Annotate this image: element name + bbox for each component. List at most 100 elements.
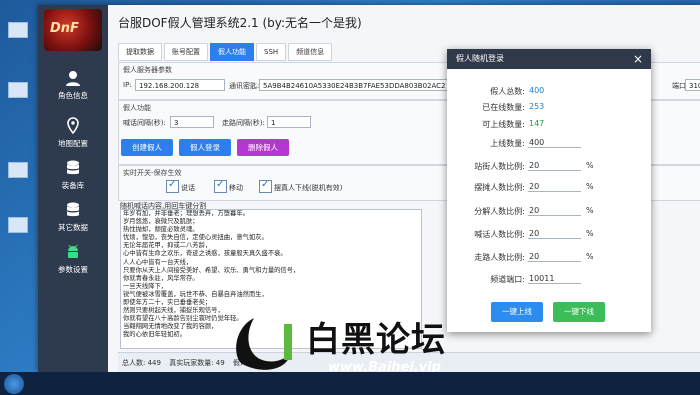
tab-bar: 提取数据 账号配置 假人功能 SSH 频道信息 [118,43,334,61]
kick-real-checkbox[interactable] [259,179,272,193]
percent-sign: % [586,182,594,191]
real-label: 真实玩家数量: [169,359,214,367]
textarea-line: 心中皆有生命之欢乐，奇迹之诱惑，孩童般天真久盛不衰。 [123,250,287,258]
app-logo: DnF [44,9,102,51]
desktop-icon[interactable] [0,20,34,46]
one-click-online-button[interactable]: 一键上线 [491,302,543,322]
key-label: 通讯密匙: [229,82,260,90]
total-value: 449 [147,359,161,367]
sidebar-item-label: 角色信息 [58,91,88,100]
street-ratio-input[interactable]: 20 [528,161,581,171]
field-label: 摆摊人数比例: [474,183,525,192]
file-icon [8,162,28,178]
sidebar-item-param-settings[interactable]: 参数设置 [38,243,108,283]
move-label: 移动 [229,184,243,192]
field-value: 253 [529,102,545,111]
login-count-input[interactable]: 400 [528,138,581,148]
key-field[interactable]: 5A9B4B24610A5330E24B3B7FAE53DDA803B02AC2 [259,79,474,91]
tab-account-config[interactable]: 账号配置 [164,43,208,61]
android-icon [68,244,78,258]
talk-checkbox[interactable] [166,179,179,193]
desktop-icon[interactable] [0,160,34,186]
sidebar-item-label: 其它数据 [58,223,88,232]
channel-port-input[interactable]: 10011 [528,274,581,284]
percent-sign: % [586,252,594,261]
close-icon[interactable]: × [631,52,645,66]
percent-sign: % [586,161,594,170]
field-label: 喊话人数比例: [474,230,525,239]
file-icon [8,217,28,233]
sidebar: DnF 角色信息 地图配置 装备库 其它数据 参数设置 [38,5,108,372]
port-field[interactable]: 3102 [685,79,700,91]
start-button[interactable] [4,374,24,394]
field-login-count: 上线数量: 400 [447,138,651,152]
database-icon [67,202,79,217]
sidebar-item-equipment[interactable]: 装备库 [38,159,108,199]
create-fake-button[interactable]: 创建假人 [121,139,173,156]
one-click-offline-button[interactable]: 一键下线 [553,302,605,322]
real-value: 49 [215,359,225,367]
move-checkbox[interactable] [214,179,227,193]
field-value: 400 [529,86,545,95]
sidebar-item-other-data[interactable]: 其它数据 [38,201,108,241]
section-title: 假人功能 [123,104,151,112]
shout-ratio-input[interactable]: 20 [528,229,581,239]
tab-ssh[interactable]: SSH [256,43,287,61]
percent-sign: % [586,229,594,238]
ip-field[interactable]: 192.168.200.128 [135,79,225,91]
desktop-icon[interactable] [0,215,34,241]
field-label: 站街人数比例: [474,162,525,171]
talk-label: 说话 [181,184,195,192]
total-label: 总人数: [122,359,146,367]
textarea-line: 人人心中皆有一台天线， [123,258,193,266]
field-shout-ratio: 喊话人数比例: 20 % [447,229,651,243]
tab-extract-data[interactable]: 提取数据 [118,43,162,61]
field-label: 频道端口: [490,275,525,284]
tab-channel-info[interactable]: 频道信息 [288,43,333,61]
walk-interval-field[interactable]: 1 [267,116,311,128]
section-title: 实时开关-保存生效 [123,169,182,177]
file-icon [8,82,28,98]
decompose-ratio-input[interactable]: 20 [528,206,581,216]
field-online: 已在线数量: 253 [447,102,651,116]
stall-ratio-input[interactable]: 20 [528,182,581,192]
shout-interval-label: 喊话间隔(秒): [123,119,166,127]
fake-login-button[interactable]: 假人登录 [179,139,231,156]
field-walk-ratio: 走路人数比例: 20 % [447,252,651,266]
textarea-line: 年岁有加，并非垂老；理想丢弃，方堕暮年。 [123,210,249,217]
window-title: 台服DOF假人管理系统2.1 (by:无名一个是我) [118,16,362,30]
field-available: 可上线数量: 147 [447,119,651,133]
tab-fake-functions[interactable]: 假人功能 [210,43,254,61]
textarea-line: 一旦天线降下， [123,282,168,290]
shout-interval-field[interactable]: 3 [170,116,214,128]
sidebar-item-label: 参数设置 [58,265,88,274]
walk-ratio-input[interactable]: 20 [528,252,581,262]
random-login-dialog: 假人随机登录 × 假人总数: 400 已在线数量: 253 可上线数量: 147… [447,49,651,332]
field-total: 假人总数: 400 [447,86,651,100]
textarea-line: 你就青春永驻，风华常存。 [123,274,199,282]
database-icon [67,160,79,175]
field-label: 上线数量: [490,139,525,148]
delete-fake-button[interactable]: 删除假人 [237,139,289,156]
field-street-ratio: 站街人数比例: 20 % [447,161,651,175]
dialog-title: 假人随机登录 [447,49,651,69]
textarea-line: 岁月悠悠，衰微只及肌肤； [123,218,199,226]
sidebar-item-role-info[interactable]: 角色信息 [38,69,108,109]
field-stall-ratio: 摆摊人数比例: 20 % [447,182,651,196]
field-decompose-ratio: 分解人数比例: 20 % [447,206,651,220]
sidebar-item-map-config[interactable]: 地图配置 [38,117,108,157]
field-label: 分解人数比例: [474,207,525,216]
field-label: 走路人数比例: [474,253,525,262]
sidebar-item-label: 装备库 [61,181,85,190]
user-icon [66,71,80,86]
field-label: 已在线数量: [482,103,525,112]
kick-real-label: 摆真人下线(脱机有效) [274,184,343,192]
watermark-text: 白黑论坛 [306,320,446,360]
field-label: 可上线数量: [482,120,525,129]
ip-label: IP: [123,81,132,89]
textarea-line: 锐气便被冰雪覆盖，玩世不恭、自暴自弃油然而生， [123,290,268,298]
logo-text: DnF [50,21,79,36]
taskbar [0,372,700,395]
desktop-icon[interactable] [0,80,34,106]
section-title: 假人服务器参数 [123,66,172,74]
